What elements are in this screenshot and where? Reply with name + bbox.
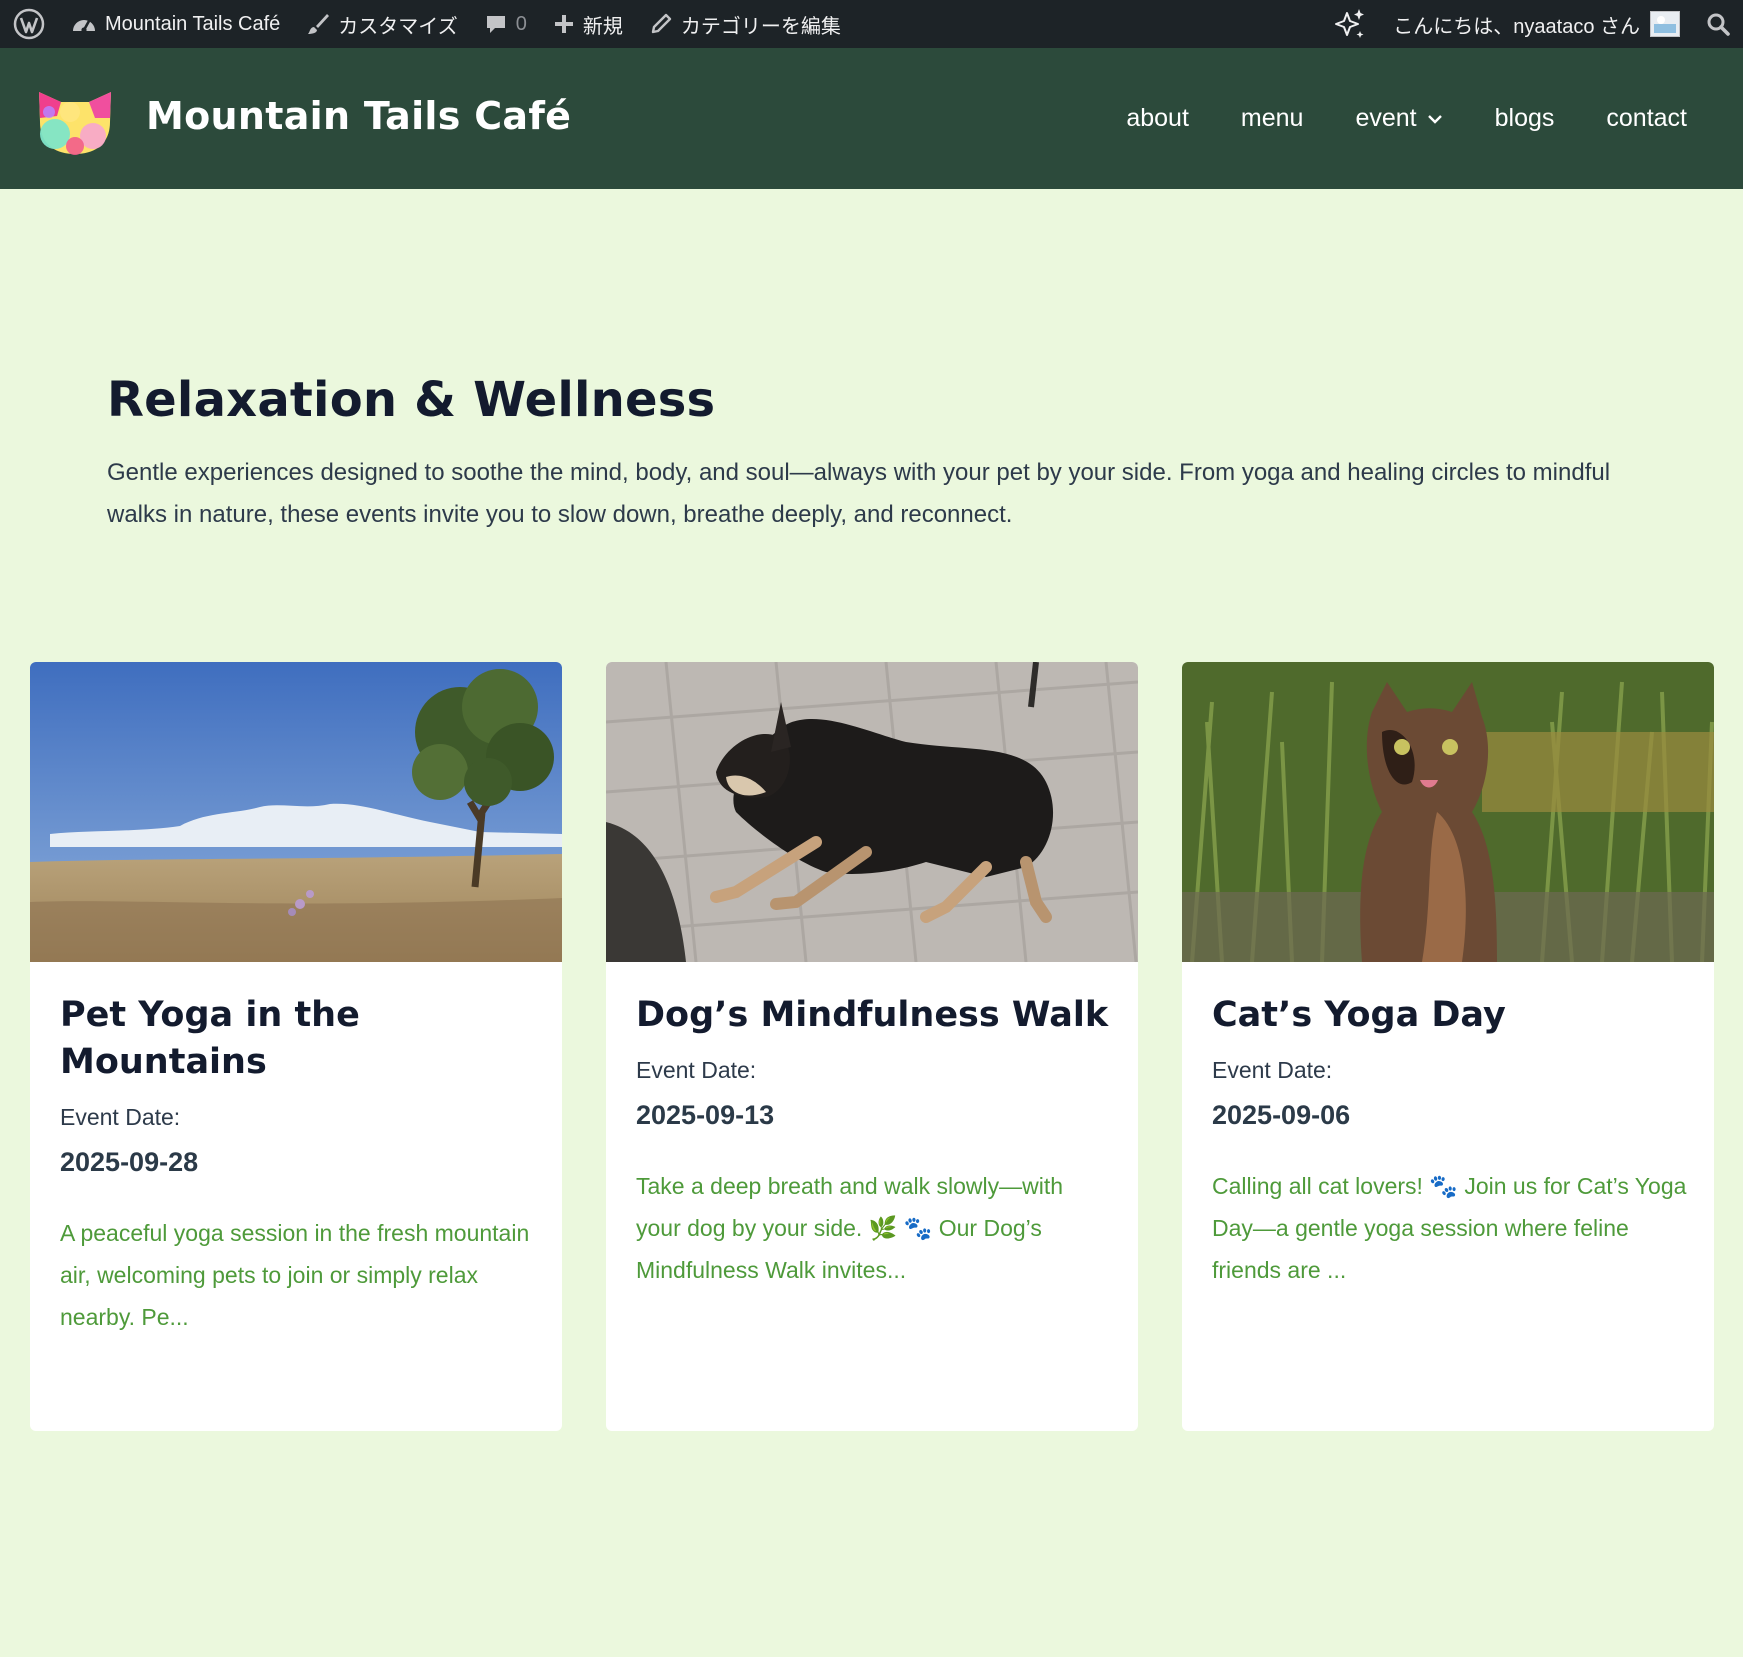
card-body: Dog’s Mindfulness Walk Event Date: 2025-… [636, 992, 1111, 1291]
site-name-menu[interactable]: Mountain Tails Café [58, 0, 293, 48]
card-excerpt: Calling all cat lovers! 🐾 Join us for Ca… [1212, 1173, 1687, 1283]
cat-logo-icon[interactable] [35, 82, 115, 156]
event-date: 2025-09-13 [636, 1100, 775, 1130]
nav-blogs[interactable]: blogs [1469, 48, 1581, 189]
search-icon [1707, 13, 1730, 36]
avatar-image [1650, 11, 1680, 37]
mountain-landscape-image[interactable] [30, 662, 562, 962]
card-title[interactable]: Cat’s Yoga Day [1212, 992, 1687, 1039]
wordpress-menu[interactable] [0, 0, 58, 48]
brush-icon [308, 14, 330, 34]
nav-event[interactable]: event [1329, 48, 1468, 189]
card-body: Pet Yoga in the Mountains Event Date: 20… [60, 992, 535, 1338]
my-account-menu[interactable]: こんにちは、nyaataco さん [1380, 0, 1693, 48]
archive-description: Gentle experiences designed to soothe th… [107, 459, 1611, 528]
card-body: Cat’s Yoga Day Event Date: 2025-09-06 Ca… [1212, 992, 1687, 1291]
customize-label: カスタマイズ [338, 15, 458, 38]
nav-event-label: event [1355, 104, 1417, 132]
wordpress-icon [13, 8, 45, 40]
edit-category-link[interactable]: カテゴリーを編集 [636, 0, 854, 48]
nav-about[interactable]: about [1100, 48, 1215, 189]
comment-icon [486, 16, 505, 33]
card-title[interactable]: Pet Yoga in the Mountains [60, 992, 535, 1086]
card-excerpt: A peaceful yoga session in the fresh mou… [60, 1220, 530, 1330]
plus-icon [554, 15, 573, 33]
dashboard-icon [73, 20, 95, 33]
card-title[interactable]: Dog’s Mindfulness Walk [636, 992, 1111, 1039]
pencil-icon [651, 13, 672, 34]
admin-search-button[interactable] [1693, 0, 1743, 48]
event-date-label: Event Date: [1212, 1057, 1333, 1083]
event-card[interactable]: Pet Yoga in the Mountains Event Date: 20… [30, 662, 562, 1431]
customize-link[interactable]: カスタマイズ [293, 0, 470, 48]
admin-bar: Mountain Tails Café カスタマイズ 0 新規 カテゴリーを編集… [0, 0, 1743, 48]
new-label: 新規 [582, 15, 623, 38]
sleeping-dog-image[interactable] [606, 662, 1138, 962]
main-nav: about menu event blogs contact [1100, 48, 1743, 189]
new-content-menu[interactable]: 新規 [540, 0, 636, 48]
event-date-label: Event Date: [60, 1104, 181, 1130]
event-card[interactable]: Dog’s Mindfulness Walk Event Date: 2025-… [606, 662, 1138, 1431]
archive-title: Relaxation & Wellness [107, 372, 716, 428]
greeting-text: こんにちは、nyaataco さん [1393, 15, 1640, 38]
sparkle-icon [1335, 9, 1365, 38]
site-title[interactable]: Mountain Tails Café [146, 94, 571, 138]
nav-contact[interactable]: contact [1580, 48, 1743, 189]
site-header: Mountain Tails Café about menu event blo… [0, 48, 1743, 189]
nav-menu[interactable]: menu [1215, 48, 1330, 189]
comments-count: 0 [515, 12, 527, 35]
card-excerpt: Take a deep breath and walk slowly—with … [636, 1173, 1064, 1283]
chevron-down-icon [1427, 114, 1442, 124]
event-date-label: Event Date: [636, 1057, 757, 1083]
event-date: 2025-09-06 [1212, 1100, 1351, 1130]
tortoiseshell-cat-image[interactable] [1182, 662, 1714, 962]
ai-assistant-button[interactable] [1320, 0, 1380, 48]
event-date: 2025-09-28 [60, 1147, 199, 1177]
edit-category-label: カテゴリーを編集 [680, 15, 841, 38]
admin-site-name: Mountain Tails Café [105, 12, 281, 35]
event-card[interactable]: Cat’s Yoga Day Event Date: 2025-09-06 Ca… [1182, 662, 1714, 1431]
comments-link[interactable]: 0 [471, 0, 540, 48]
